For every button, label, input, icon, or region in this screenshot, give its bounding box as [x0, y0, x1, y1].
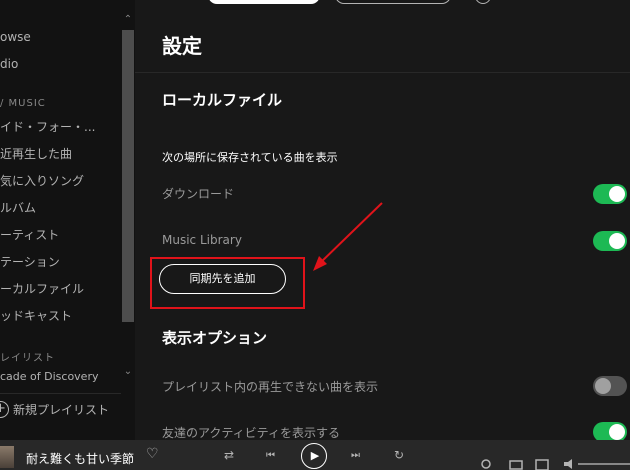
- settings-panel: 設定 ローカルファイル 次の場所に保存されている曲を表示 ダウンロード Musi…: [135, 0, 630, 440]
- sidebar-item-browse[interactable]: owse: [0, 30, 31, 44]
- sidebar-library-heading: / MUSIC: [0, 98, 46, 109]
- annotation-arrow: [313, 202, 383, 271]
- scroll-down-icon[interactable]: ⌄: [122, 366, 134, 377]
- queue-icon: [509, 460, 523, 470]
- scroll-up-icon[interactable]: ⌃: [122, 14, 134, 25]
- next-icon[interactable]: ⏭: [351, 450, 360, 461]
- sidebar-item-made-for-you[interactable]: イド・フォー・...: [0, 118, 95, 135]
- sidebar-item-liked-songs[interactable]: 気に入りソング: [0, 172, 84, 189]
- player-bar: 耐え難くも甘い季節 ♡ ⇄ ⏮ ▶ ⏭ ↻: [0, 440, 630, 470]
- device-icon: [535, 459, 549, 470]
- volume-controls: [481, 459, 630, 470]
- album-cover[interactable]: [0, 446, 14, 468]
- sidebar-item-radio[interactable]: dio: [0, 57, 18, 71]
- track-title[interactable]: 耐え難くも甘い季節: [26, 450, 134, 467]
- heart-icon[interactable]: ♡: [146, 446, 159, 462]
- repeat-icon[interactable]: ↻: [394, 448, 404, 462]
- sidebar-item-albums[interactable]: ルバム: [0, 199, 36, 216]
- sidebar-playlists-heading: レイリスト: [0, 353, 55, 364]
- sidebar: owse dio / MUSIC イド・フォー・... 近再生した曲 気に入りソ…: [0, 0, 135, 440]
- sidebar-scroll-thumb[interactable]: [122, 30, 134, 322]
- new-playlist-label: 新規プレイリスト: [13, 403, 110, 417]
- previous-icon[interactable]: ⏮: [266, 450, 275, 461]
- plus-icon: +: [0, 401, 9, 418]
- shuffle-icon[interactable]: ⇄: [224, 448, 234, 462]
- sidebar-item-local-files[interactable]: ーカルファイル: [0, 280, 84, 297]
- new-playlist-button[interactable]: + 新規プレイリスト: [0, 398, 135, 422]
- sidebar-item-podcasts[interactable]: ッドキャスト: [0, 307, 72, 324]
- volume-icon: [564, 459, 572, 469]
- sidebar-item-recently-played[interactable]: 近再生した曲: [0, 145, 72, 162]
- sidebar-playlist-item[interactable]: cade of Discovery: [0, 370, 98, 383]
- play-button[interactable]: ▶: [301, 443, 327, 469]
- sidebar-divider: [0, 393, 121, 394]
- lyrics-icon: [481, 459, 491, 469]
- sidebar-item-stations[interactable]: テーション: [0, 253, 60, 270]
- sidebar-item-artists[interactable]: ーティスト: [0, 226, 59, 243]
